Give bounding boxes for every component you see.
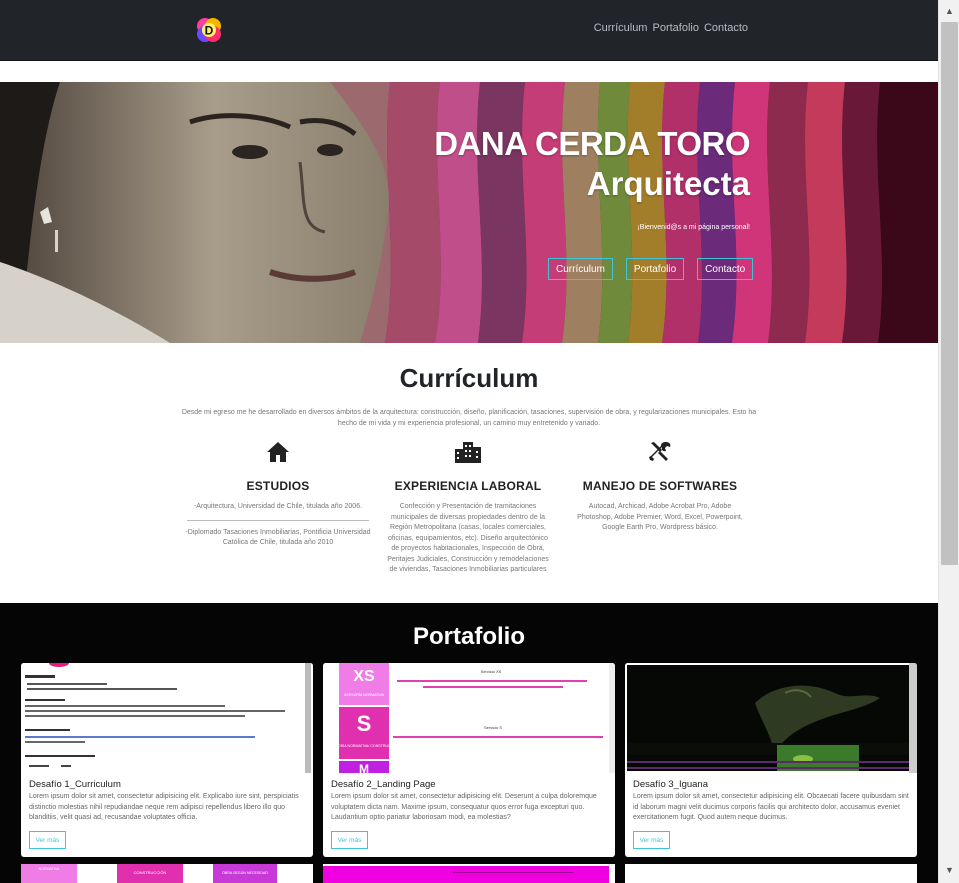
page: D Currículum Portafolio Contacto DANA CE… bbox=[0, 0, 938, 883]
scroll-down-arrow-icon[interactable]: ▼ bbox=[939, 861, 959, 879]
estudios-column: ESTUDIOS -Arquitectura, Universidad de C… bbox=[178, 441, 378, 549]
curriculum-intro: Desde mi egreso me he desarrollado en di… bbox=[181, 409, 757, 427]
home-icon bbox=[267, 442, 289, 462]
thumb-s-label: S bbox=[357, 711, 372, 736]
card-3-screenshot[interactable] bbox=[625, 663, 917, 773]
card-6-preview bbox=[625, 864, 917, 883]
portfolio-section: Portafolio Desafío 1_Curriculum Lorem ip… bbox=[0, 603, 938, 883]
portfolio-card-4-partial[interactable]: NORMATIVA CONSTRUCCIÓN OBRA SEGÚN NECESI… bbox=[21, 864, 313, 883]
card-2-preview: XS ASESORÍA NORMATIVA S ASESORÍA NORMATI… bbox=[323, 663, 615, 773]
card-3-ver-mas-button[interactable]: Ver más bbox=[633, 831, 670, 849]
experiencia-title: EXPERIENCIA LABORAL bbox=[394, 479, 542, 493]
softwares-title: MANEJO DE SOFTWARES bbox=[582, 479, 738, 493]
estudios-title: ESTUDIOS bbox=[246, 479, 310, 493]
estudios-text-2: -Diplomado Tasaciones Inmobiliarias, Pon… bbox=[185, 528, 371, 547]
hero-text: DANA CERDA TORO Arquitecta ¡Bienvenid@s … bbox=[434, 124, 750, 231]
nav-link-contacto[interactable]: Contacto bbox=[704, 22, 748, 34]
hero-contacto-button[interactable]: Contacto bbox=[697, 258, 754, 280]
softwares-text: Autocad, Archicad, Adobe Acrobat Pro, Ad… bbox=[577, 503, 743, 531]
curriculum-title: Currículum bbox=[399, 363, 539, 393]
hero-buttons: Currículum Portafolio Contacto bbox=[548, 258, 754, 280]
scrollbar[interactable]: ▲ ▼ bbox=[938, 0, 959, 883]
hero-banner: DANA CERDA TORO Arquitecta ¡Bienvenid@s … bbox=[0, 82, 938, 343]
experiencia-text: Confección y Presentación de tramitacion… bbox=[387, 503, 549, 573]
scrollbar-thumb[interactable] bbox=[941, 22, 958, 565]
hero-curriculum-button[interactable]: Currículum bbox=[548, 258, 613, 280]
estudios-text-1: -Arquitectura, Universidad de Chile, tit… bbox=[193, 503, 363, 510]
portfolio-card-6-partial[interactable] bbox=[625, 864, 917, 883]
thumb-obra-label: OBRA SEGÚN NECESIDAD bbox=[222, 870, 268, 875]
nav-link-portafolio[interactable]: Portafolio bbox=[652, 22, 698, 34]
thumb-normativa-label: NORMATIVA bbox=[39, 867, 60, 871]
card-4-preview: NORMATIVA CONSTRUCCIÓN OBRA SEGÚN NECESI… bbox=[21, 864, 313, 883]
card-2-text: Lorem ipsum dolor sit amet, consectetur … bbox=[331, 793, 597, 821]
profile-photo bbox=[0, 82, 389, 343]
portfolio-card-3: Desafío 3_Iguana Lorem ipsum dolor sit a… bbox=[625, 663, 917, 857]
estudios-divider bbox=[187, 519, 369, 521]
thumb-servicio-s: Servicio S bbox=[484, 725, 502, 730]
nav-link-curriculum[interactable]: Currículum bbox=[594, 22, 648, 34]
portfolio-title: Portafolio bbox=[413, 623, 525, 650]
nav-links: Currículum Portafolio Contacto bbox=[594, 22, 748, 34]
portfolio-card-5-partial[interactable] bbox=[323, 864, 615, 883]
card-1-screenshot[interactable] bbox=[21, 663, 313, 773]
portfolio-card-2: XS ASESORÍA NORMATIVA S ASESORÍA NORMATI… bbox=[323, 663, 615, 857]
portfolio-card-1: Desafío 1_Curriculum Lorem ipsum dolor s… bbox=[21, 663, 313, 857]
card-3-preview bbox=[625, 663, 917, 773]
thumb-servicio-xs: Servicio XS bbox=[481, 669, 502, 674]
card-2-screenshot[interactable]: XS ASESORÍA NORMATIVA S ASESORÍA NORMATI… bbox=[323, 663, 615, 773]
hero-welcome: ¡Bienvenid@s a mi página personal! bbox=[637, 224, 750, 231]
card-5-preview bbox=[323, 864, 615, 883]
curriculum-section: Currículum Desde mi egreso me he desarro… bbox=[0, 343, 938, 603]
thumb-m-label: M bbox=[359, 762, 369, 773]
card-3-text: Lorem ipsum dolor sit amet, consectetur … bbox=[633, 793, 909, 821]
navbar: D Currículum Portafolio Contacto bbox=[0, 0, 938, 61]
hero-name: DANA CERDA TORO bbox=[434, 125, 750, 162]
tools-icon bbox=[649, 442, 671, 461]
thumb-asesoria-construccion-label: ASESORÍA NORMATIVA/ CONSTRUCCIÓN bbox=[328, 743, 400, 748]
thumb-construccion-label: CONSTRUCCIÓN bbox=[134, 870, 167, 875]
thumb-asesoria-label: ASESORÍA NORMATIVA bbox=[344, 693, 385, 697]
logo-icon[interactable]: D bbox=[196, 17, 222, 43]
logo-letter: D bbox=[205, 24, 214, 38]
thumb-xs-label: XS bbox=[353, 668, 375, 685]
scroll-up-arrow-icon[interactable]: ▲ bbox=[939, 2, 959, 20]
card-1-title: Desafío 1_Curriculum bbox=[29, 779, 121, 790]
card-1-preview bbox=[21, 663, 313, 773]
card-2-ver-mas-button[interactable]: Ver más bbox=[331, 831, 368, 849]
card-2-title: Desafío 2_Landing Page bbox=[331, 779, 436, 790]
hero-role: Arquitecta bbox=[586, 165, 750, 202]
experiencia-column: EXPERIENCIA LABORAL Confección y Present… bbox=[368, 441, 568, 576]
card-1-ver-mas-button[interactable]: Ver más bbox=[29, 831, 66, 849]
card-3-title: Desafío 3_Iguana bbox=[633, 779, 709, 790]
card-1-text: Lorem ipsum dolor sit amet, consectetur … bbox=[29, 793, 299, 821]
softwares-column: MANEJO DE SOFTWARES Autocad, Archicad, A… bbox=[560, 441, 760, 534]
hero-portafolio-button[interactable]: Portafolio bbox=[625, 258, 685, 280]
building-icon bbox=[455, 442, 481, 463]
